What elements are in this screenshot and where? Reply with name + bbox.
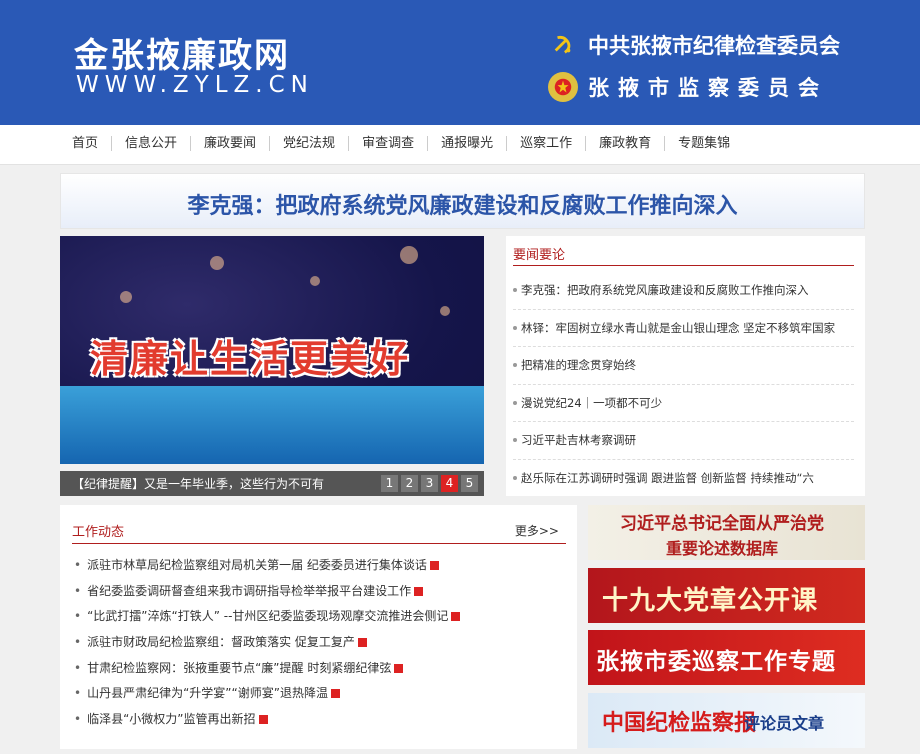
news-item[interactable]: 把精准的理念贯穿始终 [513,347,854,385]
banner-party-constitution[interactable]: 十九大党章公开课 [588,568,865,623]
main-nav: 首页 信息公开 廉政要闻 党纪法规 审查调查 通报曝光 巡察工作 廉政教育 专题… [0,125,920,165]
site-url[interactable]: WWW.ZYLZ.CN [76,72,314,98]
work-item-text[interactable]: 临泽县“小微权力”监管再出新招 [87,712,255,726]
slide-pager: 1 2 3 4 5 [378,475,478,492]
light-glow [210,256,224,270]
bullet-icon: • [74,558,82,572]
bullet-icon: • [74,660,82,675]
work-item-text[interactable]: 派驻市林草局纪检监察组对局机关第一届 纪委委员进行集体谈话 [87,558,427,572]
work-item[interactable]: • “比武打擂”淬炼“打铁人” --甘州区纪委监委现场观摩交流推进会侧记 [74,604,568,630]
news-item[interactable]: 漫说党纪24｜一项都不可少 [513,385,854,422]
work-item-text[interactable]: “比武打擂”淬炼“打铁人” --甘州区纪委监委现场观摩交流推进会侧记 [87,609,448,623]
nav-item-investigation[interactable]: 审查调查 [348,136,427,151]
bullet-icon: • [74,583,82,598]
slide-caption-bar: 【纪律提醒】又是一年毕业季，这些行为不可有 1 2 3 4 5 [60,471,484,496]
light-glow [400,246,418,264]
site-header: 金张掖廉政网 WWW.ZYLZ.CN 中共张掖市纪律检查委员会 张掖市监察委员会 [0,0,920,125]
news-divider [513,265,854,266]
nav-item-home[interactable]: 首页 [72,136,111,151]
org-name-commission: 中共张掖市纪律检查委员会 [588,34,840,58]
work-item[interactable]: • 省纪委监委调研督查组来我市调研指导检举举报平台建设工作 [74,579,568,605]
work-divider [72,543,566,544]
slide-page-button[interactable]: 3 [421,475,438,492]
banner-title: 张掖市委巡察工作专题 [596,648,836,675]
work-item[interactable]: • 临泽县“小微权力”监管再出新招 [74,707,568,733]
slide-image[interactable]: 清廉让生活更美好 [60,236,484,464]
news-item[interactable]: 习近平赴吉林考察调研 [513,422,854,460]
work-item[interactable]: • 山丹县严肃纪律为“升学宴”“谢师宴”退热降温 [74,681,568,707]
banner-title: 中国纪检监察报 [602,710,757,736]
work-item-text[interactable]: 派驻市财政局纪检监察组：督政策落实 促复工复产 [87,635,355,649]
new-badge-icon [258,715,268,725]
new-badge-icon [394,663,404,673]
banner-title: 十九大党章公开课 [602,586,819,616]
work-item-text[interactable]: 山丹县严肃纪律为“升学宴”“谢师宴”退热降温 [87,686,328,700]
water-reflection [60,386,484,464]
bullet-icon: • [74,686,82,701]
work-item-text[interactable]: 甘肃纪检监察网：张掖重要节点“廉”提醒 时刻紧绷纪律弦 [87,661,391,675]
new-badge-icon [429,561,439,570]
work-item[interactable]: • 派驻市财政局纪检监察组：督政策落实 促复工复产 [74,630,568,656]
news-item[interactable]: 林铎：牢固树立绿水青山就是金山银山理念 坚定不移筑牢国家 [513,310,854,347]
bullet-icon: • [74,712,82,727]
bullet-icon: • [74,635,82,650]
nav-item-inspection[interactable]: 巡察工作 [506,136,585,151]
banner-subtitle: 重要论述数据库 [666,539,779,558]
party-emblem-icon [548,30,578,60]
news-panel: 要闻要论 李克强：把政府系统党风廉政建设和反腐败工作推向深入 林铎：牢固树立绿水… [506,236,865,496]
new-badge-icon [330,689,340,699]
light-glow [120,291,132,303]
nav-item-exposure[interactable]: 通报曝光 [427,136,506,151]
work-item[interactable]: • 派驻市林草局纪检监察组对局机关第一届 纪委委员进行集体谈话 [74,553,568,579]
org-line-commission: 中共张掖市纪律检查委员会 [548,30,840,60]
work-panel-title: 工作动态 [72,525,125,540]
work-item[interactable]: • 甘肃纪检监察网：张掖重要节点“廉”提醒 时刻紧绷纪律弦 [74,656,568,682]
work-news-panel: 工作动态 更多>> • 派驻市林草局纪检监察组对局机关第一届 纪委委员进行集体谈话… [60,505,577,749]
work-item-text[interactable]: 省纪委监委调研督查组来我市调研指导检举举报平台建设工作 [87,584,411,598]
headline-banner: 李克强：把政府系统党风廉政建设和反腐败工作推向深入 [60,173,865,229]
nav-item-education[interactable]: 廉政教育 [585,136,664,151]
news-panel-title: 要闻要论 [513,248,566,263]
new-badge-icon [414,586,424,596]
banner-xi-database[interactable]: 习近平总书记全面从严治党 重要论述数据库 [588,505,865,560]
nav-item-info[interactable]: 信息公开 [111,136,190,151]
news-item[interactable]: 李克强：把政府系统党风廉政建设和反腐败工作推向深入 [513,272,854,310]
site-name[interactable]: 金张掖廉政网 [74,28,290,77]
news-item[interactable]: 赵乐际在江苏调研时强调 跟进监督 创新监督 持续推动“六 [513,460,854,498]
light-glow [440,306,450,316]
slide-page-button-active[interactable]: 4 [441,475,458,492]
image-slider: 清廉让生活更美好 【纪律提醒】又是一年毕业季，这些行为不可有 1 2 3 4 5 [60,236,484,496]
more-link[interactable]: 更多>> [515,522,559,539]
org-line-supervision: 张掖市监察委员会 [548,72,828,102]
headline-link[interactable]: 李克强：把政府系统党风廉政建设和反腐败工作推向深入 [187,188,737,220]
new-badge-icon [451,612,461,622]
slide-image-text: 清廉让生活更美好 [90,337,411,381]
slide-caption[interactable]: 【纪律提醒】又是一年毕业季，这些行为不可有 [72,475,324,492]
nav-item-news[interactable]: 廉政要闻 [190,136,269,151]
national-emblem-icon [548,72,578,102]
slide-page-button[interactable]: 5 [461,475,478,492]
slide-page-button[interactable]: 2 [401,475,418,492]
banner-inspection-topic[interactable]: 张掖市委巡察工作专题 [588,630,865,685]
light-glow [310,276,320,286]
nav-item-topics[interactable]: 专题集锦 [664,136,743,151]
banner-title: 习近平总书记全面从严治党 [620,514,824,534]
banner-subtitle: 评论员文章 [744,714,825,733]
new-badge-icon [357,638,367,648]
org-name-supervision: 张掖市监察委员会 [588,76,828,100]
bullet-icon: • [74,609,82,624]
nav-item-regulations[interactable]: 党纪法规 [269,136,348,151]
slide-page-button[interactable]: 1 [381,475,398,492]
banner-discipline-newspaper[interactable]: 中国纪检监察报 评论员文章 [588,693,865,748]
